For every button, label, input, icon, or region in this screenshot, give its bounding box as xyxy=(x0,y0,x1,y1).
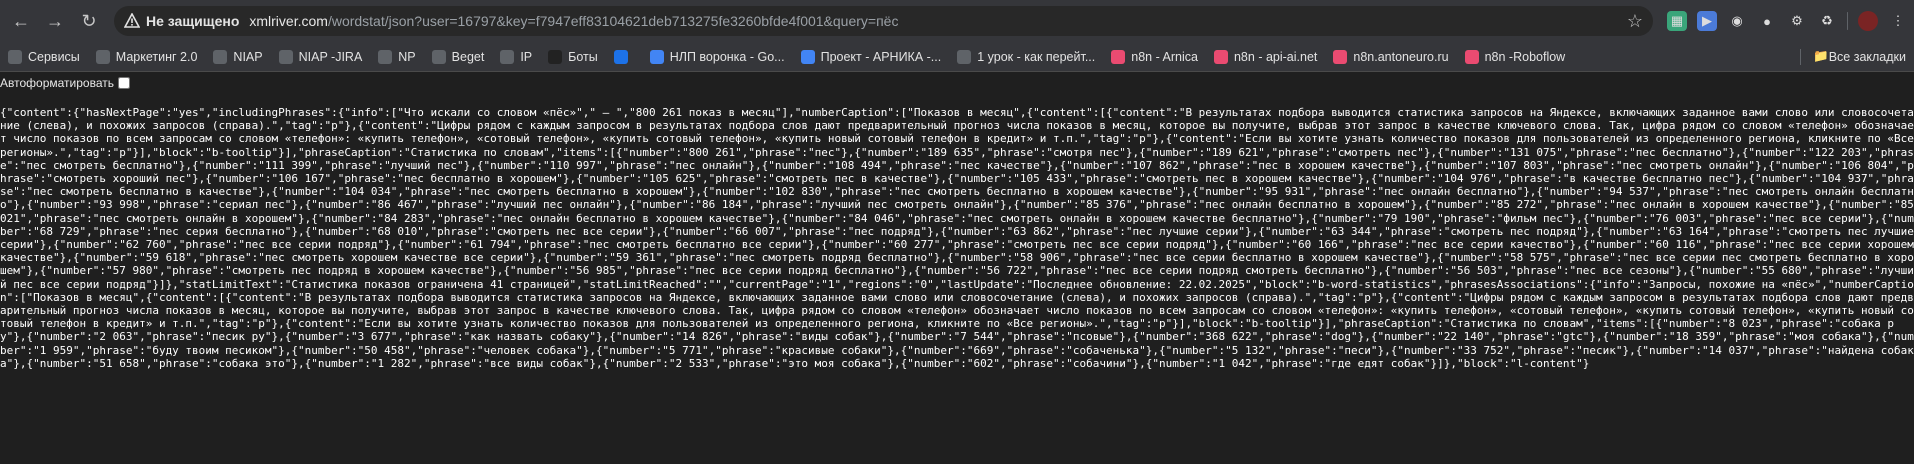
bookmark-label: 1 урок - как перейт... xyxy=(977,49,1096,64)
bookmarks-bar: Сервисы Маркетинг 2.0 NIAP NIAP -JIRA NP Bege… xyxy=(0,42,1914,72)
address-bar[interactable]: Не защищено xmlriver.com/wordstat/json?u… xyxy=(114,6,1653,36)
bookmark-item[interactable]: NP xyxy=(378,49,416,64)
security-chip[interactable]: Не защищено xyxy=(124,13,239,29)
all-bookmarks[interactable]: 📁 Все закладки xyxy=(1788,48,1906,65)
arrow-left-icon: ← xyxy=(12,10,30,31)
gear-icon[interactable]: ⚙ xyxy=(1787,11,1807,31)
globe-icon xyxy=(957,49,972,64)
extension-icon[interactable]: ▶ xyxy=(1697,11,1717,31)
bookmark-item[interactable]: Проект - АРНИКА -... xyxy=(800,49,942,64)
divider xyxy=(1847,12,1848,30)
autoformat-bar: Автоформатировать xyxy=(0,72,1914,94)
bookmark-item[interactable]: n8n.antoneuro.ru xyxy=(1333,49,1449,64)
bookmark-item[interactable]: 1 урок - как перейт... xyxy=(957,49,1096,64)
bots-icon xyxy=(548,49,563,64)
bookmark-item[interactable]: Маркетинг 2.0 xyxy=(95,49,198,64)
bookmark-label: Сервисы xyxy=(28,49,80,64)
bookmark-item[interactable]: NIAP xyxy=(213,49,263,64)
url-path: /wordstat/json?user=16797&key=f7947eff83… xyxy=(327,13,899,29)
bookmark-item[interactable]: n8n - Arnica xyxy=(1111,49,1198,64)
trello-icon xyxy=(613,49,628,64)
grid-icon xyxy=(8,49,22,64)
globe-icon xyxy=(378,49,393,64)
n8n-icon xyxy=(1213,49,1228,64)
bookmark-item[interactable]: n8n - api-ai.net xyxy=(1213,49,1318,64)
bookmark-label: n8n.antoneuro.ru xyxy=(1353,49,1449,64)
autoformat-checkbox[interactable] xyxy=(117,77,130,89)
globe-icon xyxy=(431,49,446,64)
forward-button[interactable]: → xyxy=(40,6,70,36)
bookmark-item[interactable]: n8n -Roboflow xyxy=(1464,49,1566,64)
reload-button[interactable]: ↻ xyxy=(74,6,104,36)
globe-icon xyxy=(95,49,110,64)
url-host: xmlriver.com xyxy=(249,13,328,29)
menu-kebab-icon[interactable]: ⋮ xyxy=(1888,11,1908,31)
bookmark-label: Beget xyxy=(451,49,485,64)
autoformat-label: Автоформатировать xyxy=(0,76,114,90)
browser-toolbar: ← → ↻ Не защищено xmlriver.com/wordstat/… xyxy=(0,0,1914,42)
bookmark-star-icon[interactable]: ☆ xyxy=(1627,11,1643,32)
folder-icon: 📁 xyxy=(1813,49,1829,63)
profile-avatar[interactable] xyxy=(1858,11,1878,31)
bookmark-item[interactable]: IP xyxy=(500,49,533,64)
camera-icon[interactable]: ◉ xyxy=(1727,11,1747,31)
n8n-icon xyxy=(1464,49,1479,64)
bookmark-label: НЛП воронка - Go... xyxy=(669,49,785,64)
globe-icon xyxy=(500,49,515,64)
bookmark-item[interactable] xyxy=(613,49,634,64)
bookmark-label: NIAP xyxy=(233,49,263,64)
globe-icon xyxy=(278,49,293,64)
reload-icon: ↻ xyxy=(81,10,97,31)
back-button[interactable]: ← xyxy=(6,6,36,36)
all-bookmarks-label: Все закладки xyxy=(1828,49,1906,64)
arrow-right-icon: → xyxy=(46,10,64,31)
bookmark-item[interactable]: NIAP -JIRA xyxy=(278,49,363,64)
bookmark-label: Проект - АРНИКА -... xyxy=(820,49,942,64)
divider xyxy=(1800,48,1802,65)
bookmark-item[interactable]: Боты xyxy=(548,49,598,64)
n8n-icon xyxy=(1111,49,1126,64)
bookmark-item[interactable]: Beget xyxy=(431,49,485,64)
bookmark-item[interactable]: НЛП воронка - Go... xyxy=(649,49,785,64)
bookmark-label: n8n - Arnica xyxy=(1131,49,1198,64)
n8n-icon xyxy=(1333,49,1348,64)
bookmark-label: IP xyxy=(520,49,533,64)
bookmark-label: Боты xyxy=(568,49,598,64)
bookmark-item[interactable]: Сервисы xyxy=(8,49,80,64)
security-label: Не защищено xyxy=(146,13,240,29)
bookmark-label: NP xyxy=(398,49,416,64)
json-response-body: {"content":{"hasNextPage":"yes","includi… xyxy=(0,106,1914,370)
doc-icon xyxy=(800,49,815,64)
robot-icon[interactable]: ● xyxy=(1757,11,1777,31)
extensions-area: ▦ ▶ ◉ ● ⚙ ♻ ⋮ xyxy=(1667,11,1908,31)
bookmark-label: n8n - api-ai.net xyxy=(1233,49,1318,64)
bookmark-label: Маркетинг 2.0 xyxy=(115,49,198,64)
extension-icon[interactable]: ▦ xyxy=(1667,11,1687,31)
extensions-puzzle-icon[interactable]: ♻ xyxy=(1817,11,1837,31)
bookmark-label: n8n -Roboflow xyxy=(1484,49,1566,64)
doc-icon xyxy=(649,49,664,64)
url-text[interactable]: xmlriver.com/wordstat/json?user=16797&ke… xyxy=(249,13,898,29)
globe-icon xyxy=(213,49,228,64)
bookmark-label: NIAP -JIRA xyxy=(298,49,363,64)
warning-icon xyxy=(124,13,140,28)
